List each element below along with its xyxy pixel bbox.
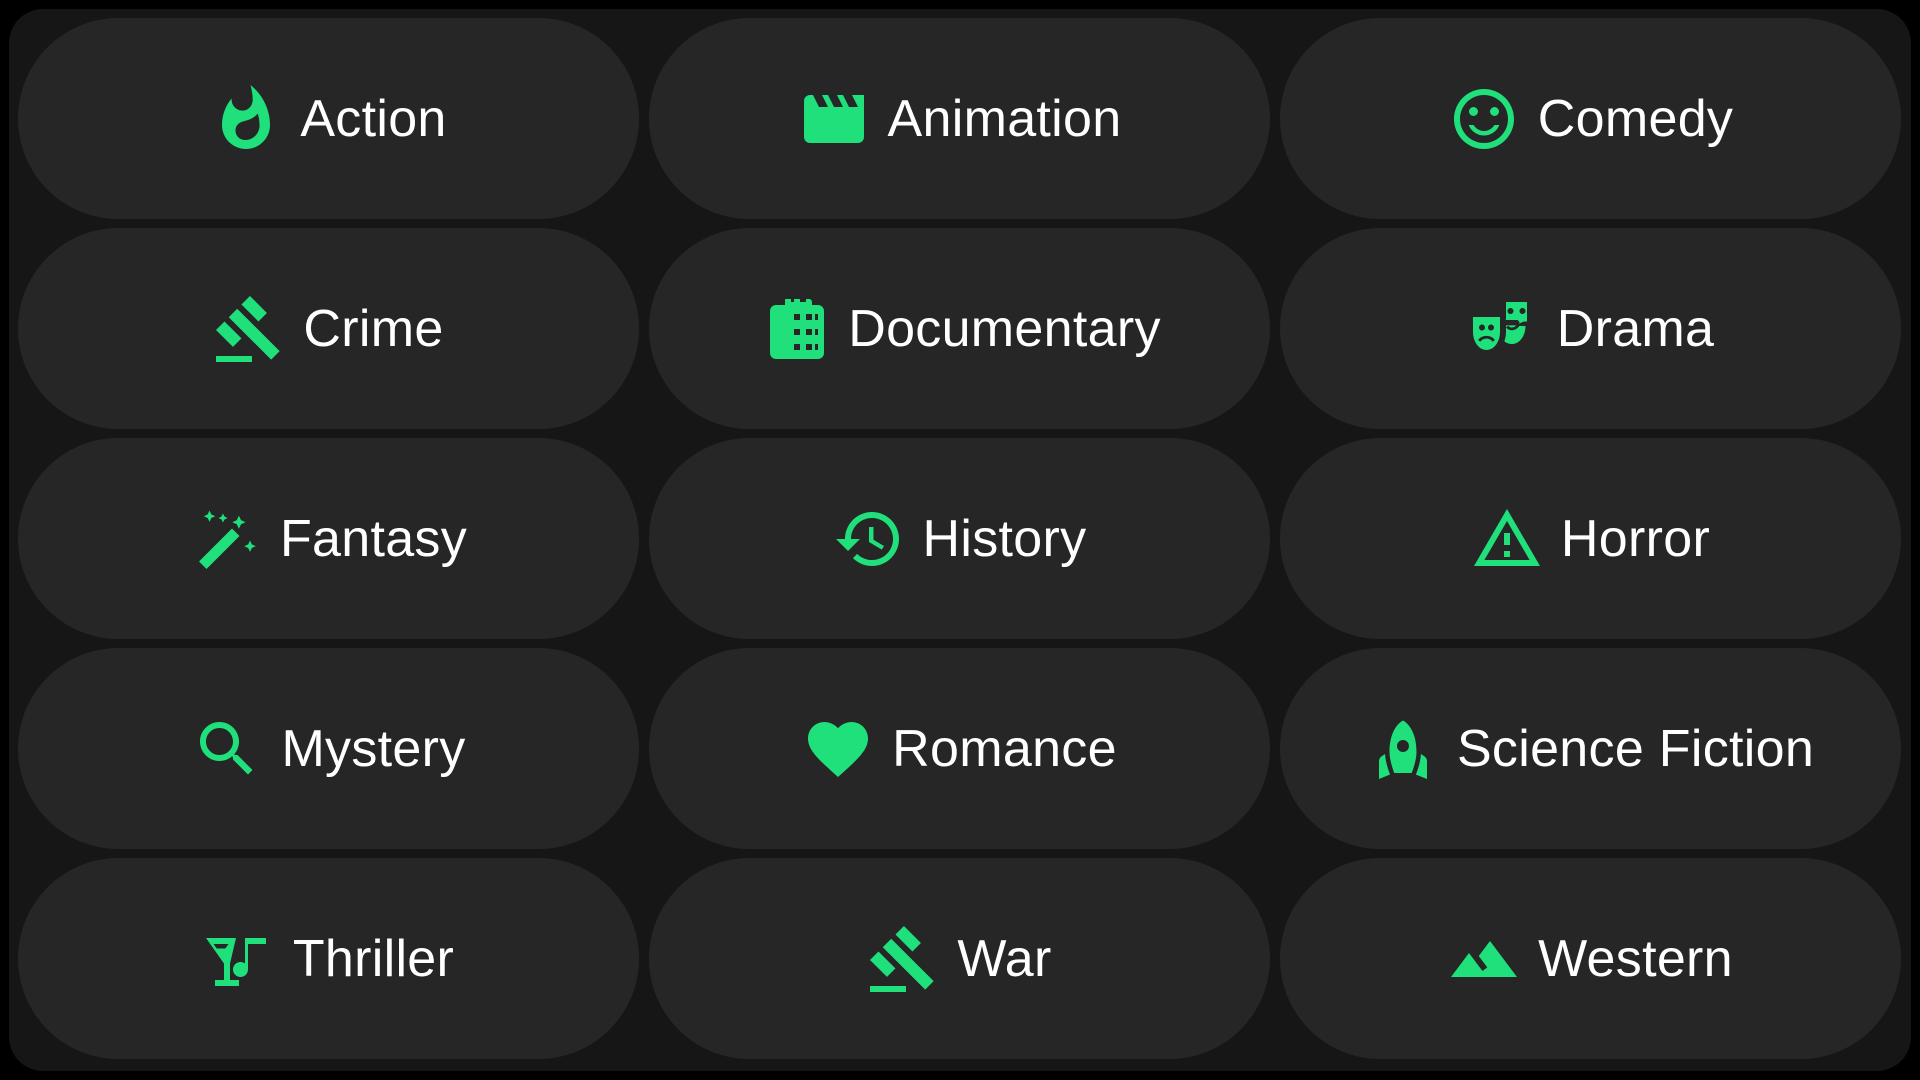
genre-label: Animation <box>887 89 1122 148</box>
genre-label: Horror <box>1560 509 1711 568</box>
genre-button-crime[interactable]: Crime <box>18 228 639 429</box>
history-clock-icon <box>833 503 905 575</box>
genre-label: Drama <box>1556 299 1715 358</box>
gavel-icon <box>867 923 939 995</box>
genre-label: Documentary <box>848 299 1161 358</box>
genre-label: History <box>922 509 1087 568</box>
genre-label: Action <box>300 89 447 148</box>
genre-label: Comedy <box>1537 89 1734 148</box>
genre-button-comedy[interactable]: Comedy <box>1280 18 1901 219</box>
genre-button-thriller[interactable]: Thriller <box>18 858 639 1059</box>
genre-label: Western <box>1538 929 1733 988</box>
genre-button-documentary[interactable]: Documentary <box>649 228 1270 429</box>
cocktail-music-icon <box>203 923 275 995</box>
magic-wand-icon <box>190 503 262 575</box>
film-camera-icon <box>758 293 830 365</box>
gavel-icon <box>213 293 285 365</box>
search-icon <box>191 713 263 785</box>
genre-label: Thriller <box>292 929 455 988</box>
genre-button-horror[interactable]: Horror <box>1280 438 1901 639</box>
genre-panel: Action Animation Comedy Crime Documentar <box>9 9 1911 1071</box>
heart-icon <box>802 713 874 785</box>
genre-button-fantasy[interactable]: Fantasy <box>18 438 639 639</box>
genre-button-history[interactable]: History <box>649 438 1270 639</box>
flame-icon <box>210 83 282 155</box>
rocket-icon <box>1367 713 1439 785</box>
warning-triangle-icon <box>1471 503 1543 575</box>
genre-grid: Action Animation Comedy Crime Documentar <box>18 18 1901 1059</box>
genre-label: Crime <box>303 299 444 358</box>
genre-button-action[interactable]: Action <box>18 18 639 219</box>
mountains-icon <box>1448 923 1520 995</box>
genre-button-romance[interactable]: Romance <box>649 648 1270 849</box>
genre-label: Science Fiction <box>1456 719 1815 778</box>
smiley-face-icon <box>1448 83 1520 155</box>
theater-masks-icon <box>1467 293 1539 365</box>
genre-button-science-fiction[interactable]: Science Fiction <box>1280 648 1901 849</box>
genre-button-war[interactable]: War <box>649 858 1270 1059</box>
genre-label: Mystery <box>281 719 466 778</box>
genre-label: Fantasy <box>279 509 468 568</box>
clapperboard-icon <box>798 83 870 155</box>
genre-label: War <box>957 929 1052 988</box>
genre-button-drama[interactable]: Drama <box>1280 228 1901 429</box>
genre-button-western[interactable]: Western <box>1280 858 1901 1059</box>
genre-button-animation[interactable]: Animation <box>649 18 1270 219</box>
genre-button-mystery[interactable]: Mystery <box>18 648 639 849</box>
genre-label: Romance <box>892 719 1117 778</box>
